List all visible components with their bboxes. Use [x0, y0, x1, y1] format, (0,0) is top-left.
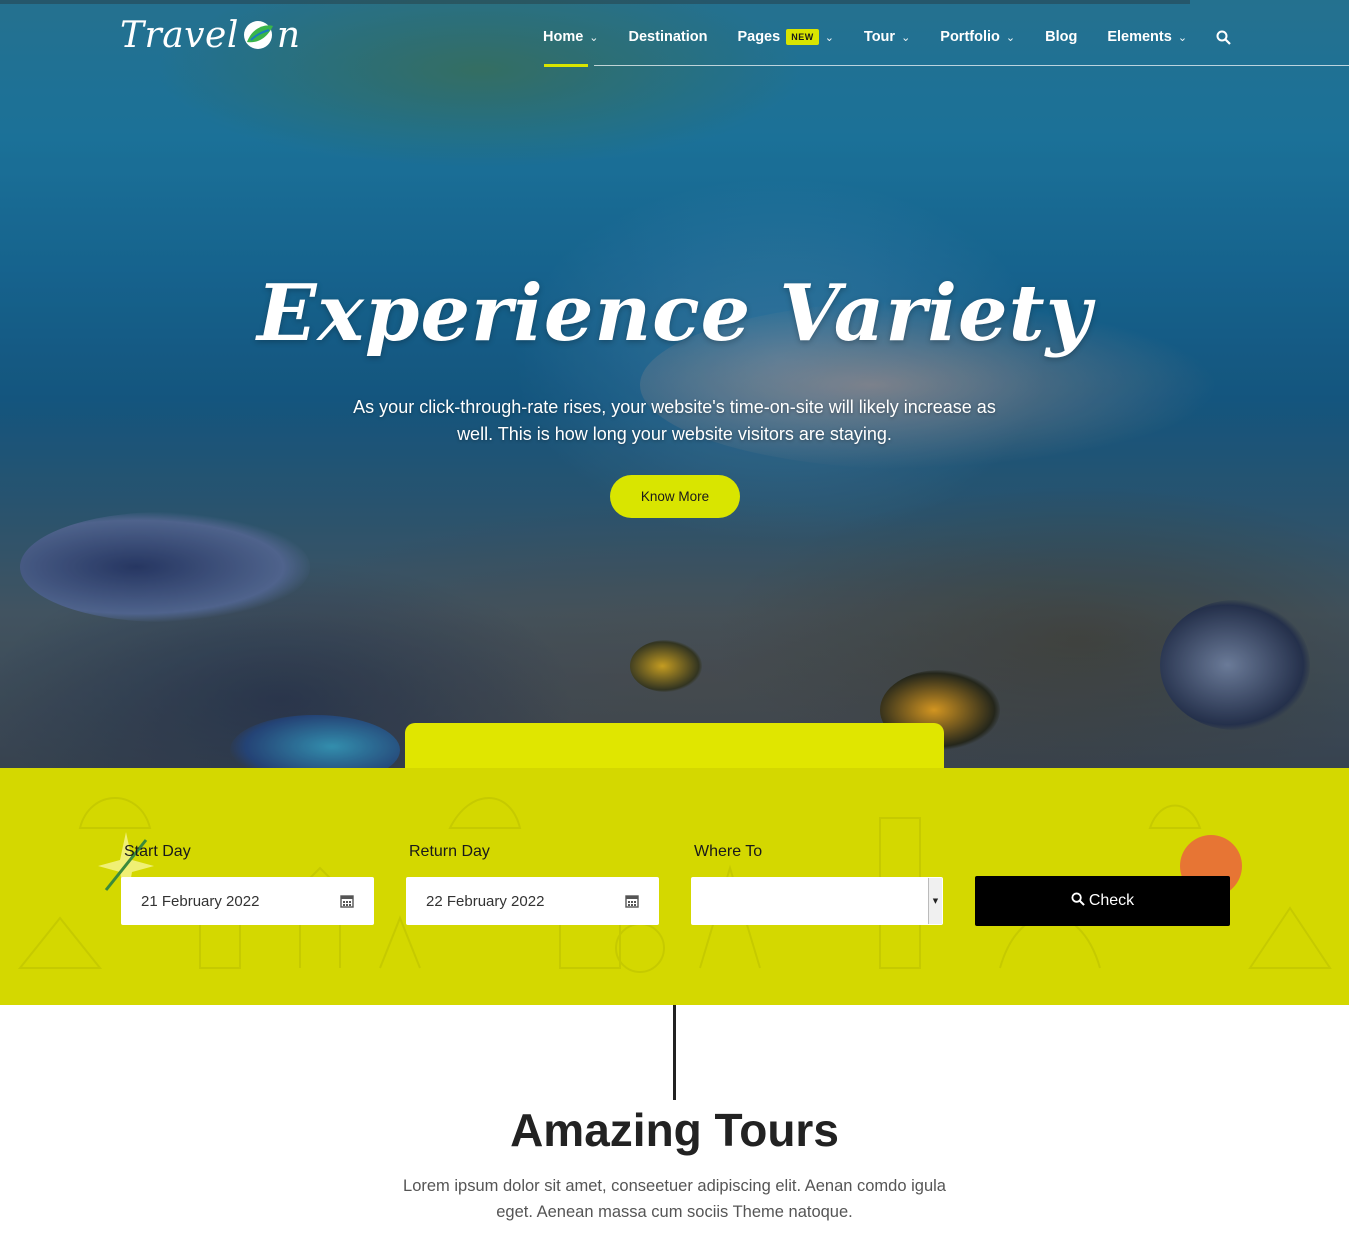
site-logo[interactable]: Travel n: [120, 12, 301, 58]
nav-label-portfolio: Portfolio: [940, 29, 1000, 45]
top-progress-line: [0, 0, 1190, 4]
return-day-label: Return Day: [409, 843, 490, 860]
know-more-button[interactable]: Know More: [610, 475, 740, 518]
nav-item-portfolio[interactable]: Portfolio ⌄: [925, 20, 1030, 54]
tours-description: Lorem ipsum dolor sit amet, conseetuer a…: [403, 1177, 946, 1221]
nav-item-pages[interactable]: Pages NEW ⌄: [722, 20, 848, 54]
dropdown-arrow-icon[interactable]: ▼: [928, 878, 942, 924]
tours-title: Amazing Tours: [510, 1104, 839, 1156]
nav-item-destination[interactable]: Destination: [614, 20, 723, 54]
return-day-field[interactable]: 22 February 2022: [406, 877, 659, 925]
chevron-down-icon: ⌄: [901, 31, 911, 44]
new-badge: NEW: [786, 29, 819, 45]
logo-leaf-icon: [241, 18, 275, 52]
hero-title: Experience Variety: [256, 268, 1093, 359]
hero-subtitle: As your click-through-rate rises, your w…: [353, 397, 996, 444]
hero-banner: Travel n Home ⌄ Destination Pages NEW ⌄ …: [0, 0, 1349, 768]
nav-divider-line: [594, 65, 1349, 66]
check-label: Check: [1088, 892, 1135, 909]
nav-label-destination: Destination: [628, 29, 708, 45]
start-day-label: Start Day: [124, 843, 191, 860]
booking-tab-shape: [405, 723, 944, 768]
nav-label-pages: Pages: [737, 29, 781, 45]
nav-item-blog[interactable]: Blog: [1030, 20, 1092, 54]
calendar-icon: [340, 894, 354, 908]
nav-label-elements: Elements: [1107, 29, 1172, 45]
section-divider: [673, 1005, 676, 1100]
nav-label-blog: Blog: [1045, 29, 1078, 45]
check-button[interactable]: Check: [975, 876, 1230, 926]
hero-overlay: [0, 0, 1349, 768]
return-day-value: 22 February 2022: [426, 892, 545, 910]
nav-item-home[interactable]: Home ⌄: [528, 20, 614, 54]
start-day-field[interactable]: 21 February 2022: [121, 877, 374, 925]
calendar-icon: [625, 894, 639, 908]
chevron-down-icon: ⌄: [1177, 31, 1188, 44]
nav-active-indicator: [544, 64, 588, 67]
logo-text-left: Travel: [120, 14, 239, 56]
search-icon[interactable]: [1202, 20, 1245, 54]
nav-label-home: Home: [543, 29, 584, 45]
start-day-value: 21 February 2022: [141, 892, 260, 910]
where-to-label: Where To: [694, 843, 763, 860]
main-nav: Home ⌄ Destination Pages NEW ⌄ Tour ⌄ Po…: [528, 20, 1245, 54]
logo-text-right: n: [276, 14, 301, 56]
chevron-down-icon: ⌄: [589, 31, 599, 44]
chevron-down-icon: ⌄: [824, 31, 834, 44]
search-icon: [1071, 891, 1085, 911]
chevron-down-icon: ⌄: [1005, 31, 1016, 44]
nav-item-tour[interactable]: Tour ⌄: [849, 20, 925, 54]
where-to-select[interactable]: ▼: [691, 877, 943, 925]
nav-label-tour: Tour: [863, 29, 896, 45]
nav-item-elements[interactable]: Elements ⌄: [1092, 20, 1202, 54]
